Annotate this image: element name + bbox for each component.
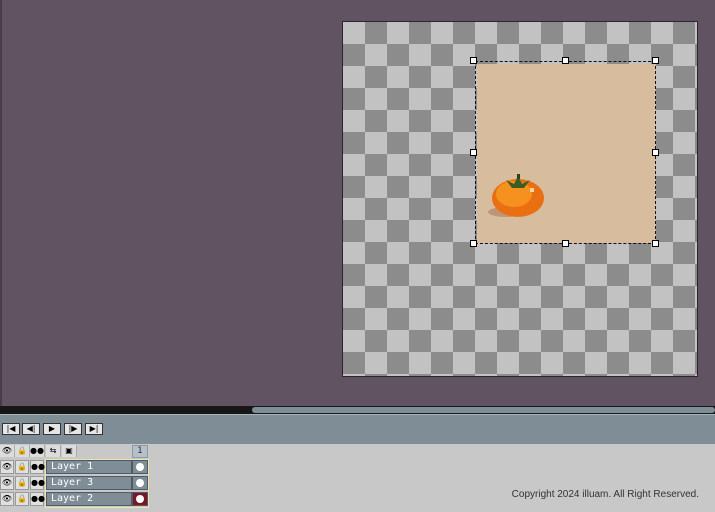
selection-handle-e[interactable]	[652, 149, 659, 156]
continuous-header-icon[interactable]: ▣	[62, 445, 77, 457]
cel-dot-icon	[136, 463, 144, 471]
selection-handle-n[interactable]	[562, 57, 569, 64]
last-frame-icon: ▶|	[89, 424, 99, 433]
workspace-edge	[0, 0, 2, 406]
link-header-icon[interactable]: ●●	[30, 445, 45, 457]
selection-handle-w[interactable]	[470, 149, 477, 156]
timeline-scroll-thumb[interactable]	[252, 407, 715, 413]
last-frame-button[interactable]: ▶|	[85, 423, 103, 435]
prev-frame-button[interactable]: ◀|	[22, 423, 40, 435]
eye-icon[interactable]: 👁	[0, 460, 14, 474]
link-icon[interactable]: ●●	[30, 476, 45, 490]
layer-cel-active[interactable]	[132, 492, 148, 506]
reference-header-icon[interactable]: ⇆	[46, 445, 61, 457]
selection-handle-nw[interactable]	[470, 57, 477, 64]
persimmon-stem	[517, 174, 520, 179]
persimmon-sprite	[488, 174, 544, 217]
selection-handle-se[interactable]	[652, 240, 659, 247]
lock-icon[interactable]: 🔒	[15, 460, 29, 474]
frame-number[interactable]: 1	[132, 445, 148, 458]
visibility-header-icon[interactable]: 👁	[0, 445, 15, 457]
play-button[interactable]: ▶	[43, 423, 61, 435]
next-frame-button[interactable]: |▶	[64, 423, 82, 435]
cel-dot-icon	[136, 479, 144, 487]
playback-toolbar	[0, 414, 715, 445]
cel-dot-icon	[136, 495, 144, 503]
selection-handle-sw[interactable]	[470, 240, 477, 247]
layer-row[interactable]: 👁 🔒 ●● Layer 1	[0, 459, 150, 475]
first-frame-button[interactable]: |◀	[2, 423, 20, 435]
lock-icon[interactable]: 🔒	[15, 476, 29, 490]
link-icon[interactable]: ●●	[30, 460, 45, 474]
next-frame-icon: |▶	[68, 424, 78, 433]
link-icon[interactable]: ●●	[30, 492, 45, 506]
selection-handle-ne[interactable]	[652, 57, 659, 64]
prev-frame-icon: ◀|	[26, 424, 36, 433]
persimmon-shine	[530, 188, 534, 192]
layer-name[interactable]: Layer 3	[46, 476, 132, 490]
lock-icon[interactable]: 🔒	[15, 492, 29, 506]
play-icon: ▶	[48, 424, 56, 433]
eye-icon[interactable]: 👁	[0, 492, 14, 506]
copyright-text: Copyright 2024 illuam. All Right Reserve…	[511, 489, 699, 500]
layer-cel[interactable]	[132, 476, 148, 490]
selection-handle-s[interactable]	[562, 240, 569, 247]
lock-header-icon[interactable]: 🔒	[15, 445, 30, 457]
eye-icon[interactable]: 👁	[0, 476, 14, 490]
layer-row[interactable]: 👁 🔒 ●● Layer 3	[0, 475, 150, 491]
layer-row[interactable]: 👁 🔒 ●● Layer 2	[0, 491, 150, 507]
layer-name[interactable]: Layer 2	[46, 492, 132, 506]
layer-name[interactable]: Layer 1	[46, 460, 132, 474]
layer-cel[interactable]	[132, 460, 148, 474]
first-frame-icon: |◀	[6, 424, 16, 433]
